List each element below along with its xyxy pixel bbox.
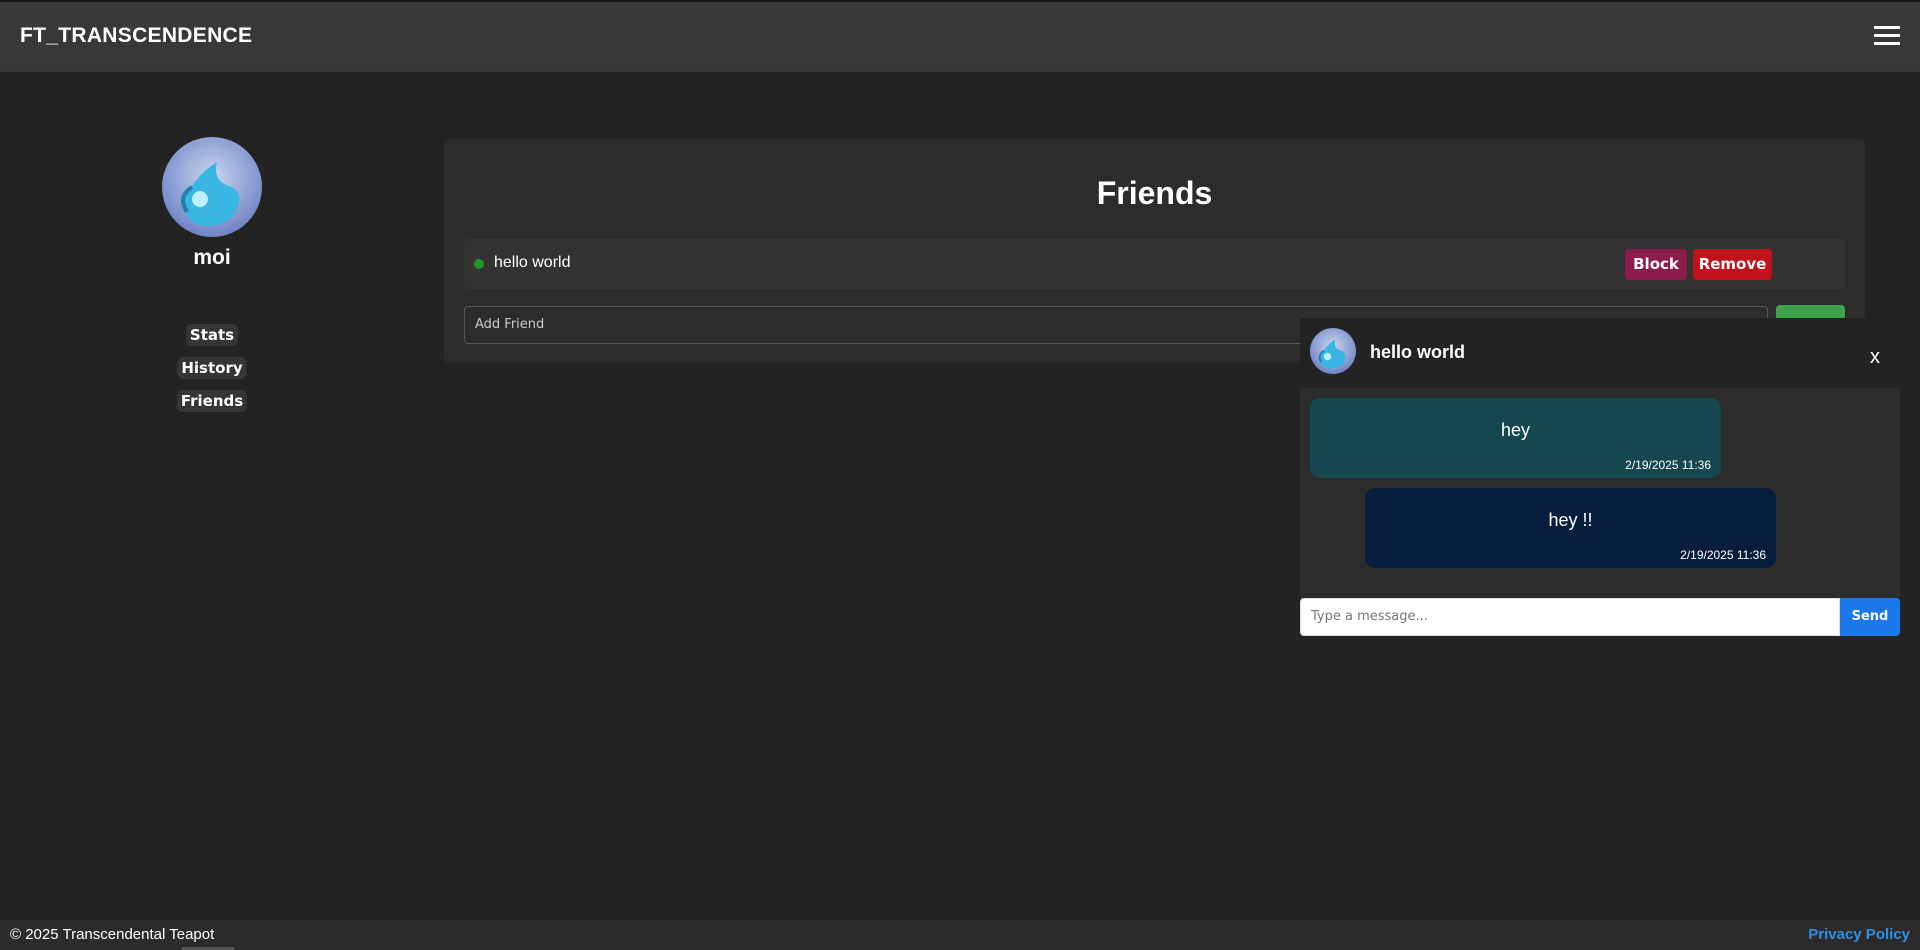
username: moi bbox=[193, 246, 231, 269]
send-button[interactable]: Send bbox=[1840, 598, 1900, 636]
nav-friends-link[interactable]: Friends bbox=[176, 390, 248, 412]
chat-avatar bbox=[1310, 328, 1356, 374]
page-title: Friends bbox=[1096, 175, 1213, 211]
friend-name[interactable]: hello world bbox=[494, 254, 570, 272]
online-status-dot bbox=[474, 259, 484, 269]
app-title[interactable]: FT_TRANSCENDENCE bbox=[20, 24, 252, 48]
friend-row[interactable]: hello world Block Remove bbox=[464, 239, 1845, 289]
chat-message-sent: hey !! 2/19/2025 11:36 bbox=[1365, 488, 1776, 568]
close-chat-button[interactable]: x bbox=[1870, 346, 1880, 369]
nav-stats-link[interactable]: Stats bbox=[185, 324, 239, 346]
hamburger-menu-icon[interactable] bbox=[1874, 26, 1900, 48]
nav-history-link[interactable]: History bbox=[177, 357, 247, 379]
chat-window: hello world x hey 2/19/2025 11:36 hey !!… bbox=[1300, 318, 1900, 636]
profile-avatar bbox=[162, 137, 262, 237]
message-input[interactable]: Type a message... bbox=[1300, 598, 1840, 636]
message-text: hey !! bbox=[1548, 510, 1593, 530]
privacy-policy-link[interactable]: Privacy Policy bbox=[1808, 926, 1910, 943]
chat-header: hello world x bbox=[1300, 318, 1900, 388]
navbar: FT_TRANSCENDENCE bbox=[0, 0, 1920, 72]
footer: © 2025 Transcendental Teapot Privacy Pol… bbox=[0, 920, 1920, 950]
message-text: hey bbox=[1500, 420, 1531, 440]
message-timestamp: 2/19/2025 11:36 bbox=[1680, 548, 1766, 562]
remove-button[interactable]: Remove bbox=[1693, 249, 1772, 280]
block-button[interactable]: Block bbox=[1625, 249, 1687, 280]
copyright-text: © 2025 Transcendental Teapot bbox=[10, 926, 215, 943]
message-timestamp: 2/19/2025 11:36 bbox=[1625, 458, 1711, 472]
chat-message-received: hey 2/19/2025 11:36 bbox=[1310, 398, 1721, 478]
chat-contact-name: hello world bbox=[1370, 342, 1466, 362]
